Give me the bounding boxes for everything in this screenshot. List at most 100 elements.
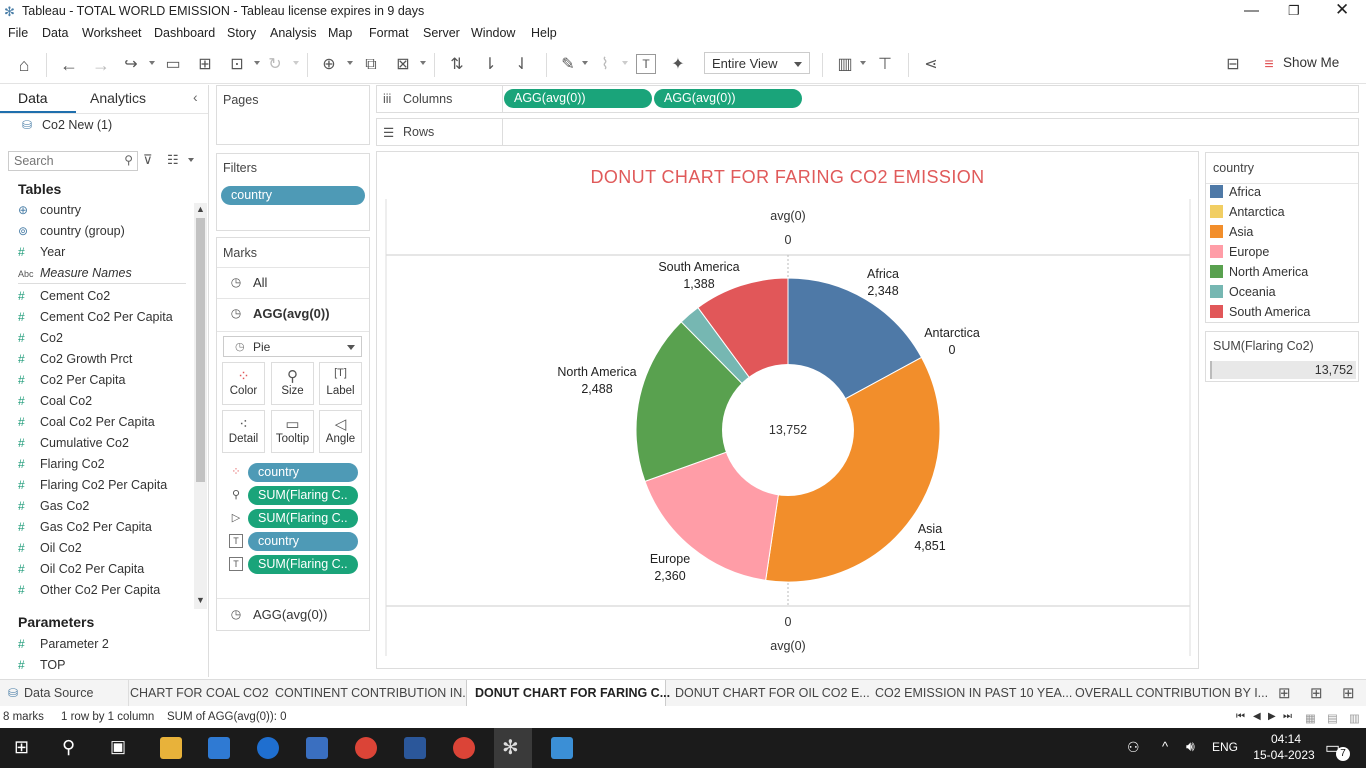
field-item[interactable]: # Year: [18, 245, 65, 259]
marks-pill[interactable]: country: [248, 463, 358, 482]
filmstrip-icon[interactable]: ▤: [1327, 711, 1338, 725]
menu-window[interactable]: Window: [471, 26, 515, 40]
marks-agg-second[interactable]: AGG(avg(0)): [253, 607, 327, 622]
field-item[interactable]: # Co2 Growth Prct: [18, 352, 132, 366]
field-item[interactable]: # Other Co2 Per Capita: [18, 583, 160, 597]
field-item[interactable]: # Co2 Per Capita: [18, 373, 125, 387]
task-view-icon[interactable]: ▣: [110, 737, 126, 757]
new-worksheet-tab-icon[interactable]: ⊞: [1278, 684, 1291, 702]
datasource-name[interactable]: Co2 New (1): [42, 118, 112, 132]
legend-item[interactable]: Oceania: [1210, 285, 1276, 299]
scroll-up-icon[interactable]: ▲: [196, 204, 205, 214]
menu-server[interactable]: Server: [423, 26, 460, 40]
menu-dashboard[interactable]: Dashboard: [154, 26, 215, 40]
next-sheet-icon[interactable]: ▶: [1268, 711, 1276, 722]
prev-sheet-icon[interactable]: ◀: [1253, 711, 1261, 722]
tab-analytics[interactable]: Analytics: [90, 90, 146, 106]
detail-button[interactable]: ⁖ Detail: [222, 410, 265, 453]
donut-chart[interactable]: [376, 151, 1199, 669]
presentation-icon[interactable]: ⊤: [874, 54, 896, 76]
cards-icon[interactable]: ▥: [834, 54, 856, 76]
redo-icon[interactable]: →: [90, 54, 112, 76]
marks-pill[interactable]: SUM(Flaring C..: [248, 509, 358, 528]
sheet-tab-donut-faring[interactable]: DONUT CHART FOR FARING C...: [475, 686, 670, 700]
pause-updates-icon[interactable]: ⊡: [226, 54, 248, 76]
label-button[interactable]: [T] Label: [319, 362, 362, 405]
filter-pill-country[interactable]: country: [221, 186, 365, 205]
replay-icon[interactable]: ↪: [120, 54, 142, 76]
chrome-icon[interactable]: [355, 737, 377, 759]
tabs-view-icon[interactable]: ▥: [1349, 711, 1360, 725]
restore-icon[interactable]: ❐: [1288, 3, 1300, 19]
field-item[interactable]: # Cumulative Co2: [18, 436, 129, 450]
tray-chevron-icon[interactable]: ^: [1162, 739, 1168, 754]
legend-item[interactable]: South America: [1210, 305, 1310, 319]
edge-icon[interactable]: [257, 737, 279, 759]
view-options-icon[interactable]: ☷: [167, 152, 179, 168]
sort-ascending-icon[interactable]: ⇂: [479, 54, 501, 76]
clock-time[interactable]: 04:14: [1264, 732, 1308, 746]
menu-file[interactable]: File: [8, 26, 28, 40]
tab-data[interactable]: Data: [18, 90, 48, 106]
field-item[interactable]: # Coal Co2 Per Capita: [18, 415, 155, 429]
new-dashboard-tab-icon[interactable]: ⊞: [1310, 684, 1323, 702]
field-item[interactable]: # Gas Co2 Per Capita: [18, 520, 152, 534]
clock-date[interactable]: 15-04-2023: [1248, 748, 1320, 762]
menu-worksheet[interactable]: Worksheet: [82, 26, 142, 40]
menu-story[interactable]: Story: [227, 26, 256, 40]
volume-icon[interactable]: 🔊︎: [1186, 738, 1195, 755]
save-icon[interactable]: ▭: [162, 54, 184, 76]
sheet-tab-donut-oil[interactable]: DONUT CHART FOR OIL CO2 E...: [675, 686, 870, 700]
field-item[interactable]: # Oil Co2 Per Capita: [18, 562, 144, 576]
menu-map[interactable]: Map: [328, 26, 352, 40]
minimize-icon[interactable]: —: [1244, 2, 1259, 19]
sort-descending-icon[interactable]: ⇃: [511, 54, 533, 76]
legend-item[interactable]: Europe: [1210, 245, 1269, 259]
filter-icon[interactable]: ⊽: [143, 152, 153, 168]
menu-data[interactable]: Data: [42, 26, 68, 40]
marks-pill[interactable]: SUM(Flaring C..: [248, 555, 358, 574]
fit-dropdown[interactable]: Entire View: [704, 52, 810, 74]
language-indicator[interactable]: ENG: [1212, 740, 1238, 754]
sheet-tab-continent[interactable]: CONTINENT CONTRIBUTION IN...: [275, 686, 473, 700]
angle-button[interactable]: ◁ Angle: [319, 410, 362, 453]
legend-item[interactable]: Africa: [1210, 185, 1261, 199]
chevron-down-icon[interactable]: [188, 158, 194, 162]
parameter-item[interactable]: # Parameter 2: [18, 637, 109, 651]
field-item[interactable]: # Cement Co2: [18, 289, 110, 303]
pin-icon[interactable]: ✦: [667, 54, 689, 76]
scroll-down-icon[interactable]: ▼: [196, 595, 205, 605]
highlight-icon[interactable]: ✎: [557, 54, 579, 76]
attach-icon[interactable]: ⌇: [594, 54, 616, 76]
pages-shelf[interactable]: Pages: [216, 85, 370, 145]
show-me-button[interactable]: Show Me: [1283, 55, 1339, 70]
scrollbar-thumb[interactable]: [196, 218, 205, 482]
photos-icon[interactable]: [551, 737, 573, 759]
clear-sheet-icon[interactable]: ⊠: [392, 54, 414, 76]
store-icon[interactable]: [306, 737, 328, 759]
search-input[interactable]: [9, 152, 119, 170]
field-item[interactable]: # Oil Co2: [18, 541, 82, 555]
tableau-taskbar-active[interactable]: ✻: [494, 728, 532, 768]
share-icon[interactable]: ⋖: [920, 54, 942, 76]
marks-all[interactable]: All: [253, 275, 267, 290]
field-item[interactable]: ⊚ country (group): [18, 224, 125, 238]
people-icon[interactable]: ⚇: [1127, 739, 1140, 756]
size-button[interactable]: ⚲ Size: [271, 362, 314, 405]
sheet-tab-past-10[interactable]: CO2 EMISSION IN PAST 10 YEA...: [875, 686, 1072, 700]
show-labels-icon[interactable]: T: [636, 54, 656, 74]
rows-shelf[interactable]: ☰ Rows: [376, 118, 1359, 146]
duplicate-icon[interactable]: ⧉: [360, 54, 382, 76]
marks-pill[interactable]: SUM(Flaring C..: [248, 486, 358, 505]
parameter-item[interactable]: # TOP: [18, 658, 65, 672]
new-datasource-icon[interactable]: ⊞: [194, 54, 216, 76]
first-sheet-icon[interactable]: ⏮: [1236, 711, 1245, 722]
format-painter-icon[interactable]: ⊟: [1222, 54, 1244, 76]
chrome-profile-icon[interactable]: [453, 737, 475, 759]
field-item[interactable]: # Cement Co2 Per Capita: [18, 310, 173, 324]
marks-pill[interactable]: country: [248, 532, 358, 551]
search-icon[interactable]: ⚲: [62, 737, 75, 758]
field-item[interactable]: Abc Measure Names: [18, 266, 132, 280]
marks-agg-first[interactable]: AGG(avg(0)): [253, 306, 330, 321]
columns-shelf[interactable]: iii Columns AGG(avg(0)) AGG(avg(0)): [376, 85, 1359, 113]
